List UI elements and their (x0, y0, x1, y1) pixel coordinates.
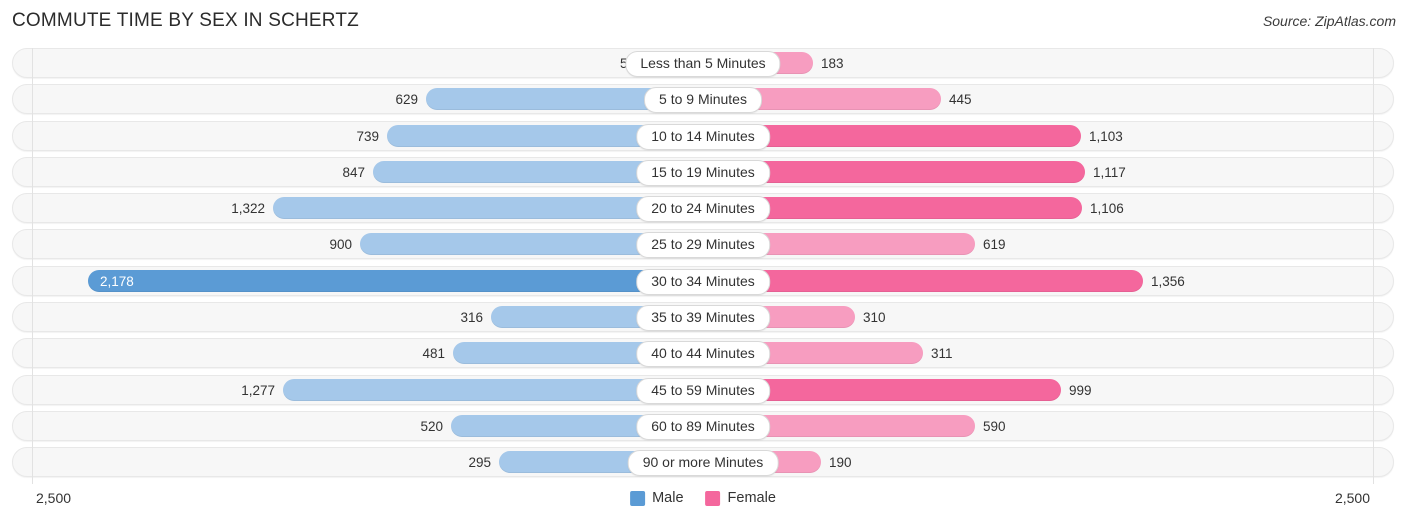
bar-value-female: 1,117 (1093, 164, 1126, 180)
axis-gridline-right (1373, 48, 1374, 484)
bar-male[interactable] (88, 269, 703, 292)
axis-label-left: 2,500 (36, 490, 72, 506)
table-row[interactable]: 59183Less than 5 Minutes (12, 48, 1394, 78)
table-row[interactable]: 295 190 90 or more Minutes (12, 447, 1394, 478)
table-row[interactable]: 847 1,117 15 to 19 Minutes (12, 156, 1394, 187)
table-row[interactable]: 520 590 60 to 89 Minutes (12, 410, 1394, 441)
bar-value-female: 310 (863, 310, 886, 326)
table-row[interactable]: 629 445 5 to 9 Minutes (12, 84, 1394, 115)
category-label: 15 to 19 Minutes (636, 159, 770, 186)
chart-plot-area: 59183Less than 5 Minutes6294455 to 9 Min… (0, 44, 1406, 484)
axis-gridline-left (32, 48, 33, 484)
category-label: 5 to 9 Minutes (644, 87, 762, 114)
bar-value-male: 739 (356, 128, 379, 144)
bar-value-male: 295 (468, 455, 491, 471)
bar-value-female: 445 (949, 92, 972, 108)
category-label: 60 to 89 Minutes (636, 413, 770, 440)
bar-value-female: 183 (821, 56, 844, 71)
chart-footer: 2,500 Male Female 2,500 (0, 484, 1406, 523)
table-row[interactable]: 2,178 1,356 30 to 34 Minutes (12, 265, 1394, 296)
table-row[interactable]: 316 310 35 to 39 Minutes (12, 302, 1394, 333)
bar-value-female: 1,106 (1090, 201, 1124, 217)
table-row[interactable]: 481 311 40 to 44 Minutes (12, 338, 1394, 369)
axis-label-right: 2,500 (1334, 490, 1370, 506)
chart-header: COMMUTE TIME BY SEX IN SCHERTZ Source: Z… (0, 0, 1406, 40)
legend-swatch-male-icon (630, 490, 646, 506)
bar-value-male: 1,277 (241, 382, 275, 398)
table-row[interactable]: 1,322 1,106 20 to 24 Minutes (12, 193, 1394, 224)
bar-value-female: 1,103 (1089, 128, 1123, 144)
bar-value-male: 900 (329, 237, 352, 253)
category-label: 30 to 34 Minutes (636, 268, 770, 295)
table-row[interactable]: 1,277 999 45 to 59 Minutes (12, 374, 1394, 405)
bar-value-male: 1,322 (231, 201, 265, 217)
bar-value-male: 847 (342, 164, 365, 180)
bar-value-male: 481 (422, 346, 445, 362)
category-label: 25 to 29 Minutes (636, 232, 770, 259)
bar-value-female: 619 (983, 237, 1006, 253)
legend-item-female[interactable]: Female (705, 490, 776, 506)
bar-value-male: 629 (395, 92, 418, 108)
category-label: 90 or more Minutes (627, 450, 779, 477)
bar-value-female: 999 (1069, 382, 1092, 398)
table-row[interactable]: 900 619 25 to 29 Minutes (12, 229, 1394, 260)
category-label: Less than 5 Minutes (625, 51, 781, 77)
bar-value-male: 520 (420, 418, 443, 434)
category-label: 40 to 44 Minutes (636, 341, 770, 368)
chart-legend: Male Female (630, 490, 776, 506)
bar-rows-container: 59183Less than 5 Minutes6294455 to 9 Min… (12, 48, 1394, 484)
legend-swatch-female-icon (705, 490, 721, 506)
bar-value-female: 311 (931, 346, 953, 362)
legend-label-male: Male (652, 490, 684, 506)
bar-value-male: 2,178 (100, 273, 134, 289)
legend-item-male[interactable]: Male (630, 490, 684, 506)
bar-value-male: 316 (460, 310, 483, 326)
bar-value-female: 590 (983, 418, 1006, 434)
table-row[interactable]: 739 1,103 10 to 14 Minutes (12, 120, 1394, 151)
category-label: 45 to 59 Minutes (636, 377, 770, 404)
category-label: 20 to 24 Minutes (636, 196, 770, 223)
page-title: COMMUTE TIME BY SEX IN SCHERTZ (12, 10, 359, 31)
bar-value-female: 1,356 (1151, 273, 1185, 289)
category-label: 10 to 14 Minutes (636, 123, 770, 150)
bar-value-female: 190 (829, 455, 852, 471)
source-attribution: Source: ZipAtlas.com (1262, 13, 1396, 29)
legend-label-female: Female (727, 490, 776, 506)
category-label: 35 to 39 Minutes (636, 305, 770, 332)
